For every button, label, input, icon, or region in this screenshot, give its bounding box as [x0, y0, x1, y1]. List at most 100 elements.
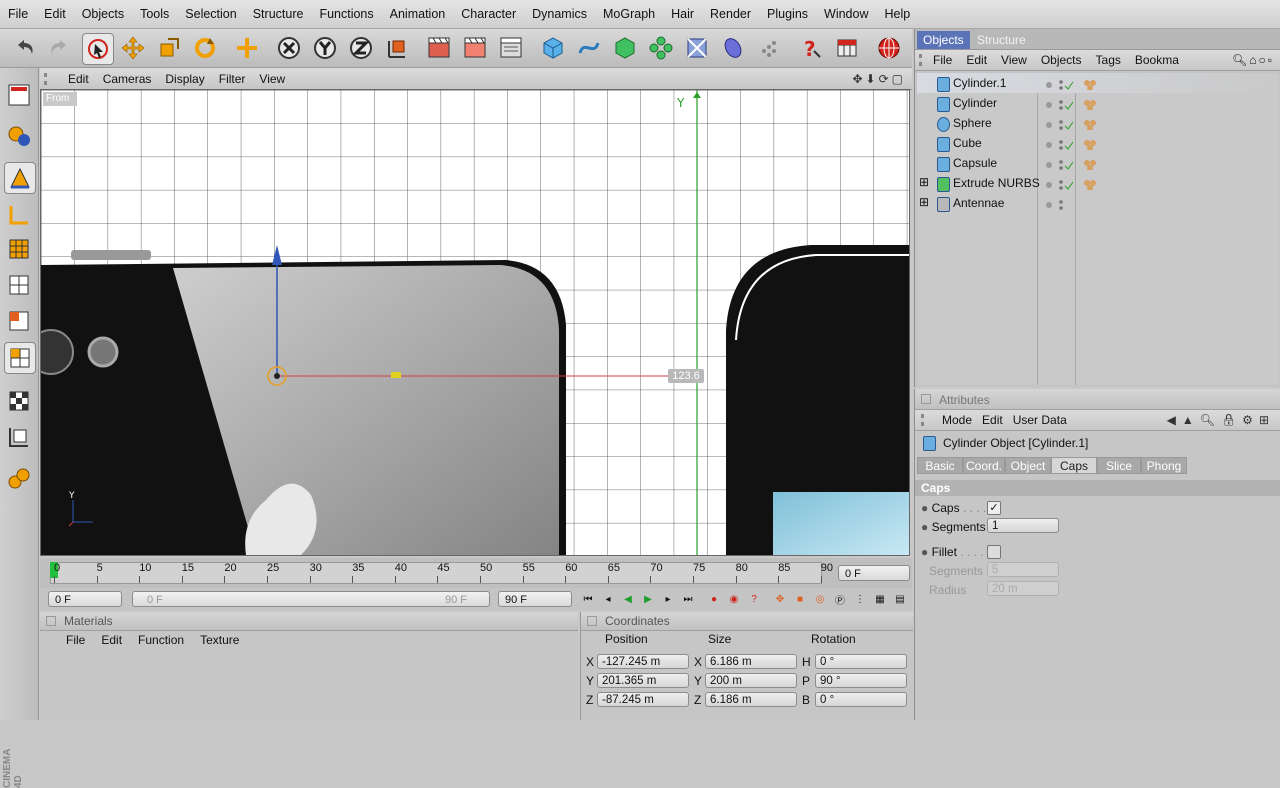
- object-row[interactable]: Cylinder: [917, 93, 1279, 113]
- points-mode-icon[interactable]: [4, 270, 34, 300]
- scale-key-icon[interactable]: ■: [792, 591, 808, 607]
- go-to-end-icon[interactable]: ⏭: [680, 591, 696, 607]
- object-name[interactable]: Extrude NURBS: [953, 176, 1040, 190]
- sculpt-icon[interactable]: [4, 464, 34, 494]
- fillet-segments-field[interactable]: 5: [987, 562, 1059, 577]
- visibility-dots-icon[interactable]: [1045, 199, 1115, 213]
- model-mode-icon[interactable]: [4, 162, 36, 194]
- tab-slice[interactable]: Slice: [1097, 457, 1141, 474]
- menu-help[interactable]: Help: [877, 7, 919, 21]
- object-row[interactable]: Cube: [917, 133, 1279, 153]
- rotation-field[interactable]: 0 °: [815, 692, 907, 707]
- menu-dynamics[interactable]: Dynamics: [524, 7, 595, 21]
- viewport-3d[interactable]: Y Y From 123.6: [40, 89, 910, 556]
- segments-field[interactable]: 1: [987, 518, 1059, 533]
- web-icon[interactable]: [874, 33, 904, 63]
- objects-menu-file[interactable]: File: [926, 53, 959, 67]
- point-level-icon[interactable]: ⋮: [852, 591, 868, 607]
- objects-nav-icons[interactable]: 🔍︎⌂○▫: [1225, 53, 1280, 67]
- start-frame-field[interactable]: 0 F: [48, 591, 122, 607]
- object-row[interactable]: Sphere: [917, 113, 1279, 133]
- size-field[interactable]: 6.186 m: [705, 654, 797, 669]
- menu-tools[interactable]: Tools: [132, 7, 177, 21]
- timeline[interactable]: 0 5 10 15 20 25 30 35 40 45 50 55 60 65 70 75 80 85 90 0 F: [40, 558, 912, 588]
- x-axis-lock-icon[interactable]: [274, 33, 304, 63]
- objects-menu-edit[interactable]: Edit: [959, 53, 994, 67]
- parameter-key-icon[interactable]: Ⓟ: [832, 591, 848, 607]
- render-settings-icon[interactable]: [496, 33, 526, 63]
- go-to-start-icon[interactable]: ⏮: [580, 591, 596, 607]
- viewport-menu-display[interactable]: Display: [158, 72, 211, 86]
- rotation-field[interactable]: 0 °: [815, 654, 907, 669]
- help-icon[interactable]: ?: [796, 33, 826, 63]
- object-name[interactable]: Cylinder: [953, 96, 997, 110]
- layout-icon[interactable]: [832, 33, 862, 63]
- spline-icon[interactable]: [574, 33, 604, 63]
- object-axis-icon[interactable]: [232, 33, 262, 63]
- size-field[interactable]: 200 m: [705, 673, 797, 688]
- visibility-dots-icon[interactable]: [1045, 99, 1115, 113]
- radius-field[interactable]: 20 m: [987, 581, 1059, 596]
- play-backward-icon[interactable]: ◀: [620, 591, 636, 607]
- menu-mograph[interactable]: MoGraph: [595, 7, 663, 21]
- menu-objects[interactable]: Objects: [74, 7, 132, 21]
- object-row[interactable]: ⊞ Antennae: [917, 193, 1279, 213]
- coordinate-system-icon[interactable]: [382, 33, 412, 63]
- tab-coord[interactable]: Coord.: [963, 457, 1005, 474]
- end-frame-field[interactable]: 90 F: [498, 591, 572, 607]
- visibility-dots-icon[interactable]: [1045, 179, 1115, 193]
- redo-button[interactable]: [44, 33, 74, 63]
- object-name[interactable]: Sphere: [953, 116, 992, 130]
- render-view-icon[interactable]: [424, 33, 454, 63]
- rotation-key-icon[interactable]: ◎: [812, 591, 828, 607]
- render-picture-viewer-icon[interactable]: [460, 33, 490, 63]
- next-frame-icon[interactable]: ▸: [660, 591, 676, 607]
- range-slider[interactable]: 0 F 90 F: [132, 591, 490, 607]
- viewport-menu-filter[interactable]: Filter: [212, 72, 253, 86]
- object-name[interactable]: Cube: [953, 136, 982, 150]
- timeline-menu-icon[interactable]: ▤: [892, 591, 908, 607]
- attributes-menu-edit[interactable]: Edit: [982, 413, 1013, 427]
- visibility-dots-icon[interactable]: [1045, 159, 1115, 173]
- visibility-dots-icon[interactable]: [1045, 119, 1115, 133]
- scene-objects-icon[interactable]: [754, 33, 784, 63]
- tab-object[interactable]: Object: [1005, 457, 1051, 474]
- materials-menu-file[interactable]: File: [58, 633, 93, 647]
- expand-icon[interactable]: ⊞: [919, 195, 929, 209]
- deformer-icon[interactable]: [682, 33, 712, 63]
- object-row[interactable]: Capsule: [917, 153, 1279, 173]
- make-editable-icon[interactable]: [4, 120, 34, 150]
- cube-primitive-icon[interactable]: [538, 33, 568, 63]
- position-field[interactable]: -127.245 m: [597, 654, 689, 669]
- tab-caps[interactable]: Caps: [1051, 457, 1097, 474]
- play-forward-icon[interactable]: ▶: [640, 591, 656, 607]
- array-icon[interactable]: [646, 33, 676, 63]
- objects-menu-objects[interactable]: Objects: [1034, 53, 1089, 67]
- workplane-icon[interactable]: [4, 422, 34, 452]
- viewport-layout-icon[interactable]: [4, 80, 34, 110]
- undo-button[interactable]: [10, 33, 40, 63]
- object-name[interactable]: Capsule: [953, 156, 997, 170]
- attributes-menu-mode[interactable]: Mode: [928, 413, 982, 427]
- viewport-menu-cameras[interactable]: Cameras: [96, 72, 159, 86]
- nurbs-icon[interactable]: [610, 33, 640, 63]
- fillet-checkbox[interactable]: [987, 545, 1001, 559]
- texture-mode-icon[interactable]: [4, 234, 34, 264]
- materials-menu-function[interactable]: Function: [130, 633, 192, 647]
- object-row[interactable]: Cylinder.1: [917, 73, 1279, 93]
- visibility-dots-icon[interactable]: [1045, 139, 1115, 153]
- materials-menu-edit[interactable]: Edit: [93, 633, 130, 647]
- edges-mode-icon[interactable]: [4, 306, 34, 336]
- materials-menu-texture[interactable]: Texture: [192, 633, 247, 647]
- z-axis-lock-icon[interactable]: [346, 33, 376, 63]
- object-name[interactable]: Cylinder.1: [953, 76, 1006, 90]
- menu-file[interactable]: File: [0, 7, 36, 21]
- menu-selection[interactable]: Selection: [177, 7, 244, 21]
- menu-hair[interactable]: Hair: [663, 7, 702, 21]
- scale-icon[interactable]: [154, 33, 184, 63]
- visibility-dots-icon[interactable]: [1045, 79, 1115, 93]
- menu-window[interactable]: Window: [816, 7, 876, 21]
- live-selection-icon[interactable]: [82, 33, 114, 65]
- tab-structure[interactable]: Structure: [971, 31, 1032, 49]
- menu-character[interactable]: Character: [453, 7, 524, 21]
